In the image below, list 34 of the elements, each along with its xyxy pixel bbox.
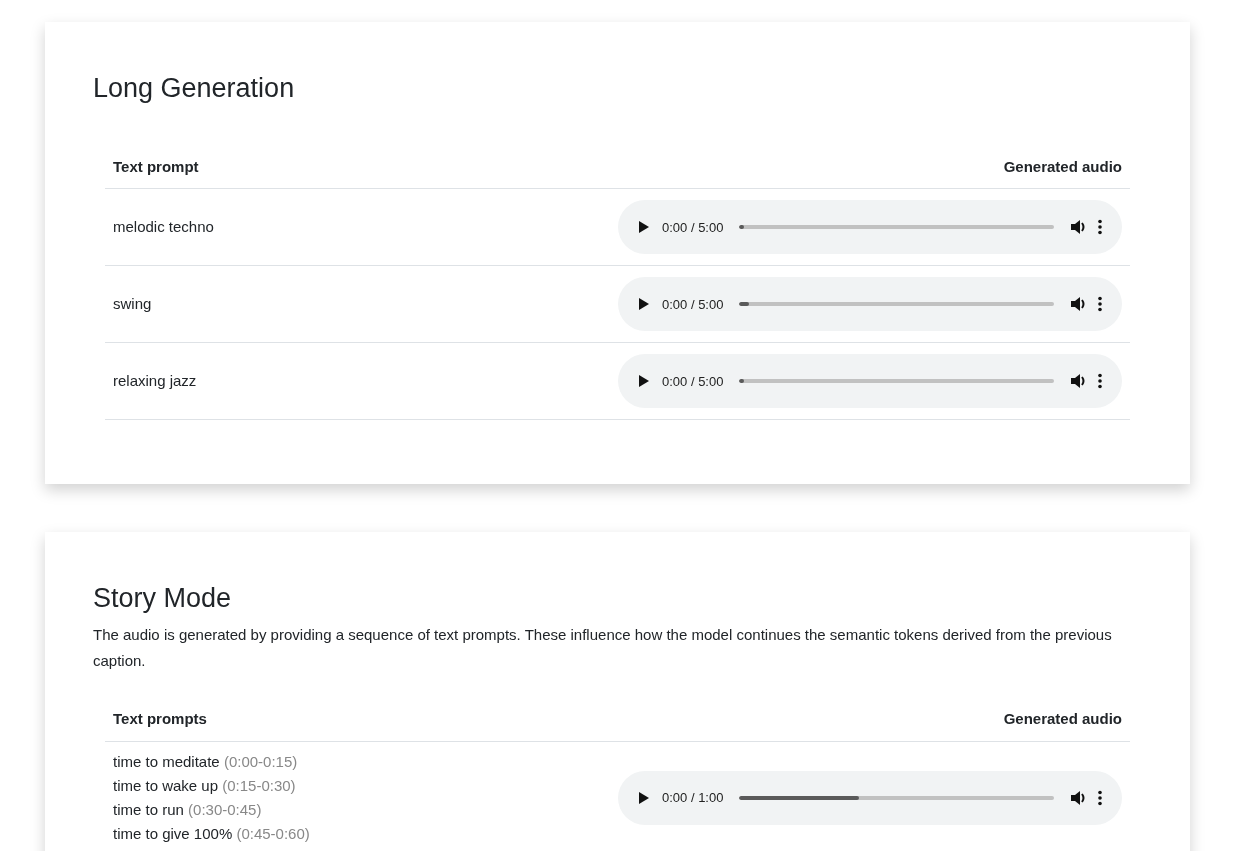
column-header: Text prompt bbox=[113, 156, 199, 177]
prompt-text: melodic techno bbox=[113, 217, 214, 238]
speaker-icon[interactable] bbox=[1070, 296, 1086, 313]
prompt-text: time to meditate (0:00-0:15) bbox=[113, 751, 299, 772]
speaker-icon[interactable] bbox=[1070, 373, 1086, 390]
progress-track[interactable] bbox=[739, 225, 1054, 230]
time-display: 0:00 / 5:00 bbox=[662, 295, 724, 314]
prompt-text: swing bbox=[113, 294, 152, 315]
section-title: Story Mode bbox=[93, 582, 233, 616]
section-description: The audio is generated by providing a sequence of text prompts. These influence how the model continues the semantic tokens derived from the previous caption. bbox=[93, 625, 1113, 671]
speaker-icon[interactable] bbox=[1070, 219, 1086, 236]
speaker-icon[interactable] bbox=[1070, 789, 1086, 806]
column-header: Generated audio bbox=[1003, 156, 1122, 177]
time-display: 0:00 / 5:00 bbox=[662, 218, 724, 237]
more-options-icon[interactable] bbox=[1098, 296, 1102, 313]
column-header: Generated audio bbox=[1003, 709, 1122, 729]
play-icon[interactable] bbox=[638, 374, 650, 389]
more-options-icon[interactable] bbox=[1098, 789, 1102, 806]
section-title: Long Generation bbox=[93, 72, 296, 105]
progress-track[interactable] bbox=[739, 379, 1054, 384]
progress-track[interactable] bbox=[739, 302, 1054, 307]
time-display: 0:00 / 1:00 bbox=[662, 788, 724, 807]
time-display: 0:00 / 5:00 bbox=[662, 372, 724, 391]
prompt-text: time to run (0:30-0:45) bbox=[113, 799, 263, 820]
prompt-text: time to wake up (0:15-0:30) bbox=[113, 775, 297, 796]
more-options-icon[interactable] bbox=[1098, 219, 1102, 236]
play-icon[interactable] bbox=[638, 297, 650, 312]
prompt-text: time to give 100% (0:45-0:60) bbox=[113, 823, 310, 844]
more-options-icon[interactable] bbox=[1098, 373, 1102, 390]
play-icon[interactable] bbox=[638, 790, 650, 805]
progress-track[interactable] bbox=[739, 795, 1054, 800]
column-header: Text prompts bbox=[113, 709, 207, 729]
prompt-text: relaxing jazz bbox=[113, 371, 197, 392]
play-icon[interactable] bbox=[638, 220, 650, 235]
